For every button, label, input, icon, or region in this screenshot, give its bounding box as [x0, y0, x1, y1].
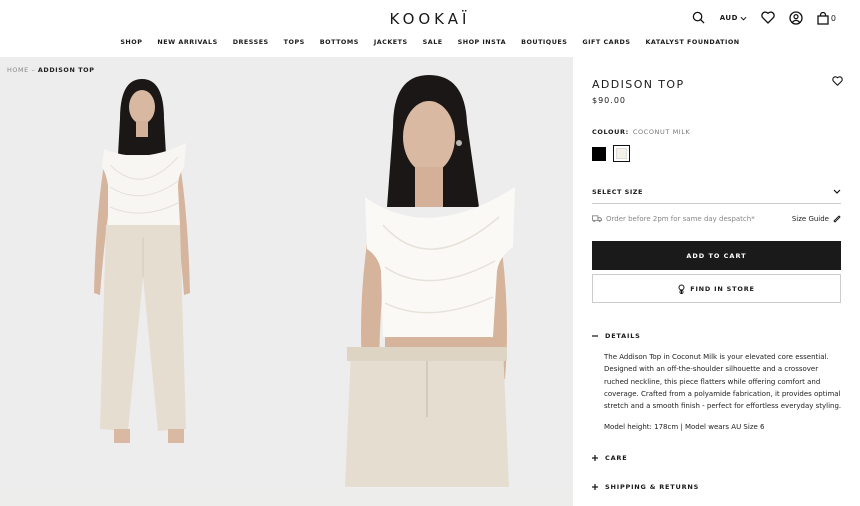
truck-icon	[592, 215, 602, 223]
find-in-store-button[interactable]: FIND IN STORE	[592, 274, 841, 303]
nav-item-jackets[interactable]: JACKETS	[374, 38, 408, 46]
details-accordion-header[interactable]: DETAILS	[592, 332, 641, 340]
breadcrumb-home[interactable]: HOME	[7, 66, 29, 74]
plus-icon	[592, 455, 598, 461]
breadcrumb: HOME – ADDISON TOP	[7, 66, 95, 74]
product-title: ADDISON TOP	[592, 78, 685, 91]
account-icon[interactable]	[789, 11, 803, 25]
product-image-closeup[interactable]	[287, 57, 573, 487]
currency-label: AUD	[719, 14, 738, 22]
product-details-panel: ADDISON TOP $90.00 COLOUR: COCONUT MILK S…	[573, 57, 860, 506]
product-image-full-length[interactable]: HOME – ADDISON TOP	[0, 57, 286, 487]
breadcrumb-separator: –	[31, 66, 36, 74]
nav-item-dresses[interactable]: DRESSES	[233, 38, 269, 46]
nav-item-shop[interactable]: SHOP	[120, 38, 142, 46]
wishlist-heart-icon[interactable]	[832, 76, 843, 87]
swatch-black[interactable]	[592, 147, 606, 161]
size-guide-label: Size Guide	[791, 215, 829, 223]
header-actions: AUD 0	[692, 10, 836, 26]
chevron-down-icon	[740, 16, 747, 21]
chevron-down-icon	[833, 189, 841, 194]
nav-item-sale[interactable]: SALE	[423, 38, 443, 46]
colour-value: COCONUT MILK	[632, 128, 691, 136]
plus-icon	[592, 484, 598, 490]
despatch-info: Order before 2pm for same day despatch*	[592, 215, 755, 223]
despatch-row: Order before 2pm for same day despatch* …	[592, 215, 841, 223]
product-image-3[interactable]	[0, 489, 286, 506]
colour-row: COLOUR: COCONUT MILK	[592, 128, 690, 136]
wishlist-icon[interactable]	[761, 11, 775, 25]
swatch-coconut-milk[interactable]	[613, 145, 630, 162]
add-to-cart-button[interactable]: ADD TO CART	[592, 241, 841, 270]
care-accordion-header[interactable]: CARE	[592, 454, 627, 462]
search-icon[interactable]	[692, 11, 706, 25]
cart-button[interactable]: 0	[817, 11, 836, 25]
breadcrumb-current: ADDISON TOP	[37, 66, 95, 74]
ruler-icon	[833, 215, 841, 223]
nav-item-boutiques[interactable]: BOUTIQUES	[521, 38, 567, 46]
details-title: DETAILS	[605, 332, 641, 340]
bag-icon	[817, 11, 829, 25]
despatch-text: Order before 2pm for same day despatch*	[606, 215, 755, 223]
select-size-label: SELECT SIZE	[592, 187, 643, 196]
find-in-store-label: FIND IN STORE	[690, 284, 755, 293]
size-guide-link[interactable]: Size Guide	[792, 215, 841, 223]
swatch-fill	[616, 148, 627, 159]
select-size-dropdown[interactable]: SELECT SIZE	[592, 180, 841, 204]
product-image-4[interactable]	[287, 489, 573, 506]
nav-item-gift-cards[interactable]: GIFT CARDS	[582, 38, 630, 46]
location-pin-icon	[678, 284, 685, 294]
shipping-accordion-header[interactable]: SHIPPING & RETURNS	[592, 483, 699, 491]
nav-item-new-arrivals[interactable]: NEW ARRIVALS	[157, 38, 217, 46]
nav-item-shop-insta[interactable]: SHOP INSTA	[458, 38, 506, 46]
product-price: $90.00	[592, 96, 626, 105]
details-description: The Addison Top in Coconut Milk is your …	[604, 353, 842, 411]
minus-icon	[592, 335, 598, 337]
main-nav: SHOP NEW ARRIVALS DRESSES TOPS BOTTOMS J…	[0, 38, 860, 46]
nav-item-bottoms[interactable]: BOTTOMS	[320, 38, 359, 46]
cart-count: 0	[830, 13, 836, 23]
model-info: Model height: 178cm | Model wears AU Siz…	[604, 423, 765, 431]
nav-item-katalyst-foundation[interactable]: KATALYST FOUNDATION	[645, 38, 739, 46]
colour-label: COLOUR:	[592, 128, 629, 136]
care-title: CARE	[605, 454, 628, 462]
product-gallery: HOME – ADDISON TOP	[0, 57, 573, 506]
nav-item-tops[interactable]: TOPS	[284, 38, 305, 46]
shipping-title: SHIPPING & RETURNS	[605, 483, 700, 491]
currency-selector[interactable]: AUD	[720, 14, 747, 22]
